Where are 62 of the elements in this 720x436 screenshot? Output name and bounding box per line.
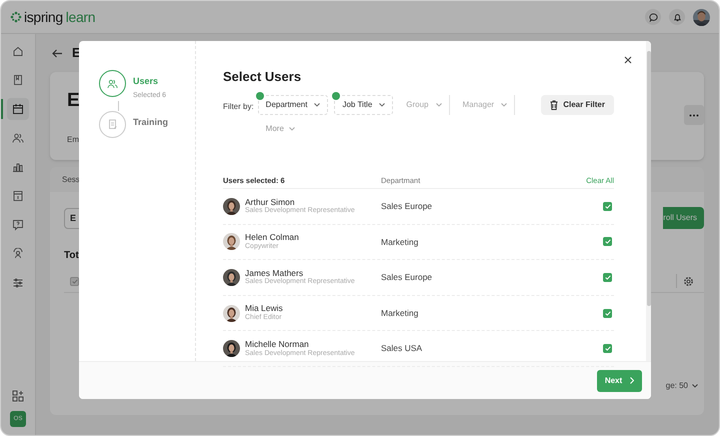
chevron-down-icon (288, 127, 295, 131)
tab[interactable]: Sess (62, 174, 80, 186)
card-label: Em (67, 134, 79, 146)
filter-dropdown[interactable]: Department (258, 95, 328, 115)
checkbox[interactable] (603, 272, 612, 282)
book-icon (12, 74, 24, 86)
users-icon (107, 78, 118, 88)
chevron-right-icon (630, 377, 634, 384)
checkbox[interactable] (603, 237, 612, 246)
home-icon (12, 45, 24, 57)
checkbox[interactable] (603, 344, 612, 354)
chevron-down-icon (501, 103, 508, 107)
user-name: James Mathers (245, 268, 304, 278)
next-button[interactable]: Next (597, 370, 642, 392)
settings-icon[interactable] (683, 276, 694, 287)
checkbox[interactable] (603, 308, 612, 318)
chat-icon[interactable] (645, 9, 661, 25)
table-cell-text: Marketing (381, 306, 420, 320)
close-icon[interactable] (624, 56, 632, 64)
per-page-dropdown[interactable]: ge: 50 (666, 380, 698, 392)
filter-dropdown[interactable]: Manager (456, 95, 516, 115)
logo-icon (10, 11, 22, 23)
filter-dropdown[interactable]: Job Title (334, 95, 394, 115)
user-name: Michelle Norman (245, 338, 310, 350)
users-icon (12, 132, 24, 144)
table-cell-text: Marketing (381, 236, 420, 248)
table-cell-text: Sales Europe (381, 200, 434, 213)
dialog-title: Select Users (223, 70, 302, 83)
user-icon (12, 248, 24, 260)
user-name: Mia Lewis (245, 303, 283, 314)
sliders-icon (12, 277, 24, 289)
more-filters-dropdown[interactable]: More (266, 123, 295, 135)
sidebar-item[interactable] (7, 98, 29, 120)
user-name: Helen Colman (245, 232, 299, 242)
step-label: Training (133, 116, 168, 129)
step-label: Users (133, 75, 160, 88)
chevron-down-icon (692, 384, 698, 388)
enroll-users-button[interactable]: roll Users (663, 207, 704, 229)
select-all-checkbox[interactable] (70, 277, 79, 286)
table-cell-text: Sales USA (381, 342, 424, 356)
filter-label: Filter by: (223, 101, 254, 113)
user-name: Arthur Simon (245, 196, 295, 207)
card-title: E (67, 89, 80, 113)
total-label: Tot (64, 249, 79, 263)
chat-question-icon (12, 219, 24, 231)
document-icon (108, 119, 118, 130)
trash-icon (550, 100, 558, 110)
filter-dropdown[interactable]: Group (399, 95, 450, 115)
back-arrow-icon[interactable] (52, 48, 63, 58)
chevron-down-icon (436, 103, 442, 107)
logo-text: ispring learn (24, 10, 96, 24)
add-apps-icon[interactable] (12, 390, 24, 402)
clear-filter-button[interactable]: Clear Filter (541, 95, 614, 115)
bell-icon[interactable] (669, 9, 685, 25)
step-indicator[interactable] (99, 70, 126, 97)
chevron-down-icon (379, 103, 386, 107)
checkbox[interactable] (603, 202, 612, 211)
table-cell-text: Sales Europe (381, 271, 434, 284)
more-icon (689, 114, 699, 116)
more-button[interactable] (684, 105, 704, 125)
chevron-down-icon (314, 103, 320, 107)
bar-chart-icon (12, 161, 24, 173)
